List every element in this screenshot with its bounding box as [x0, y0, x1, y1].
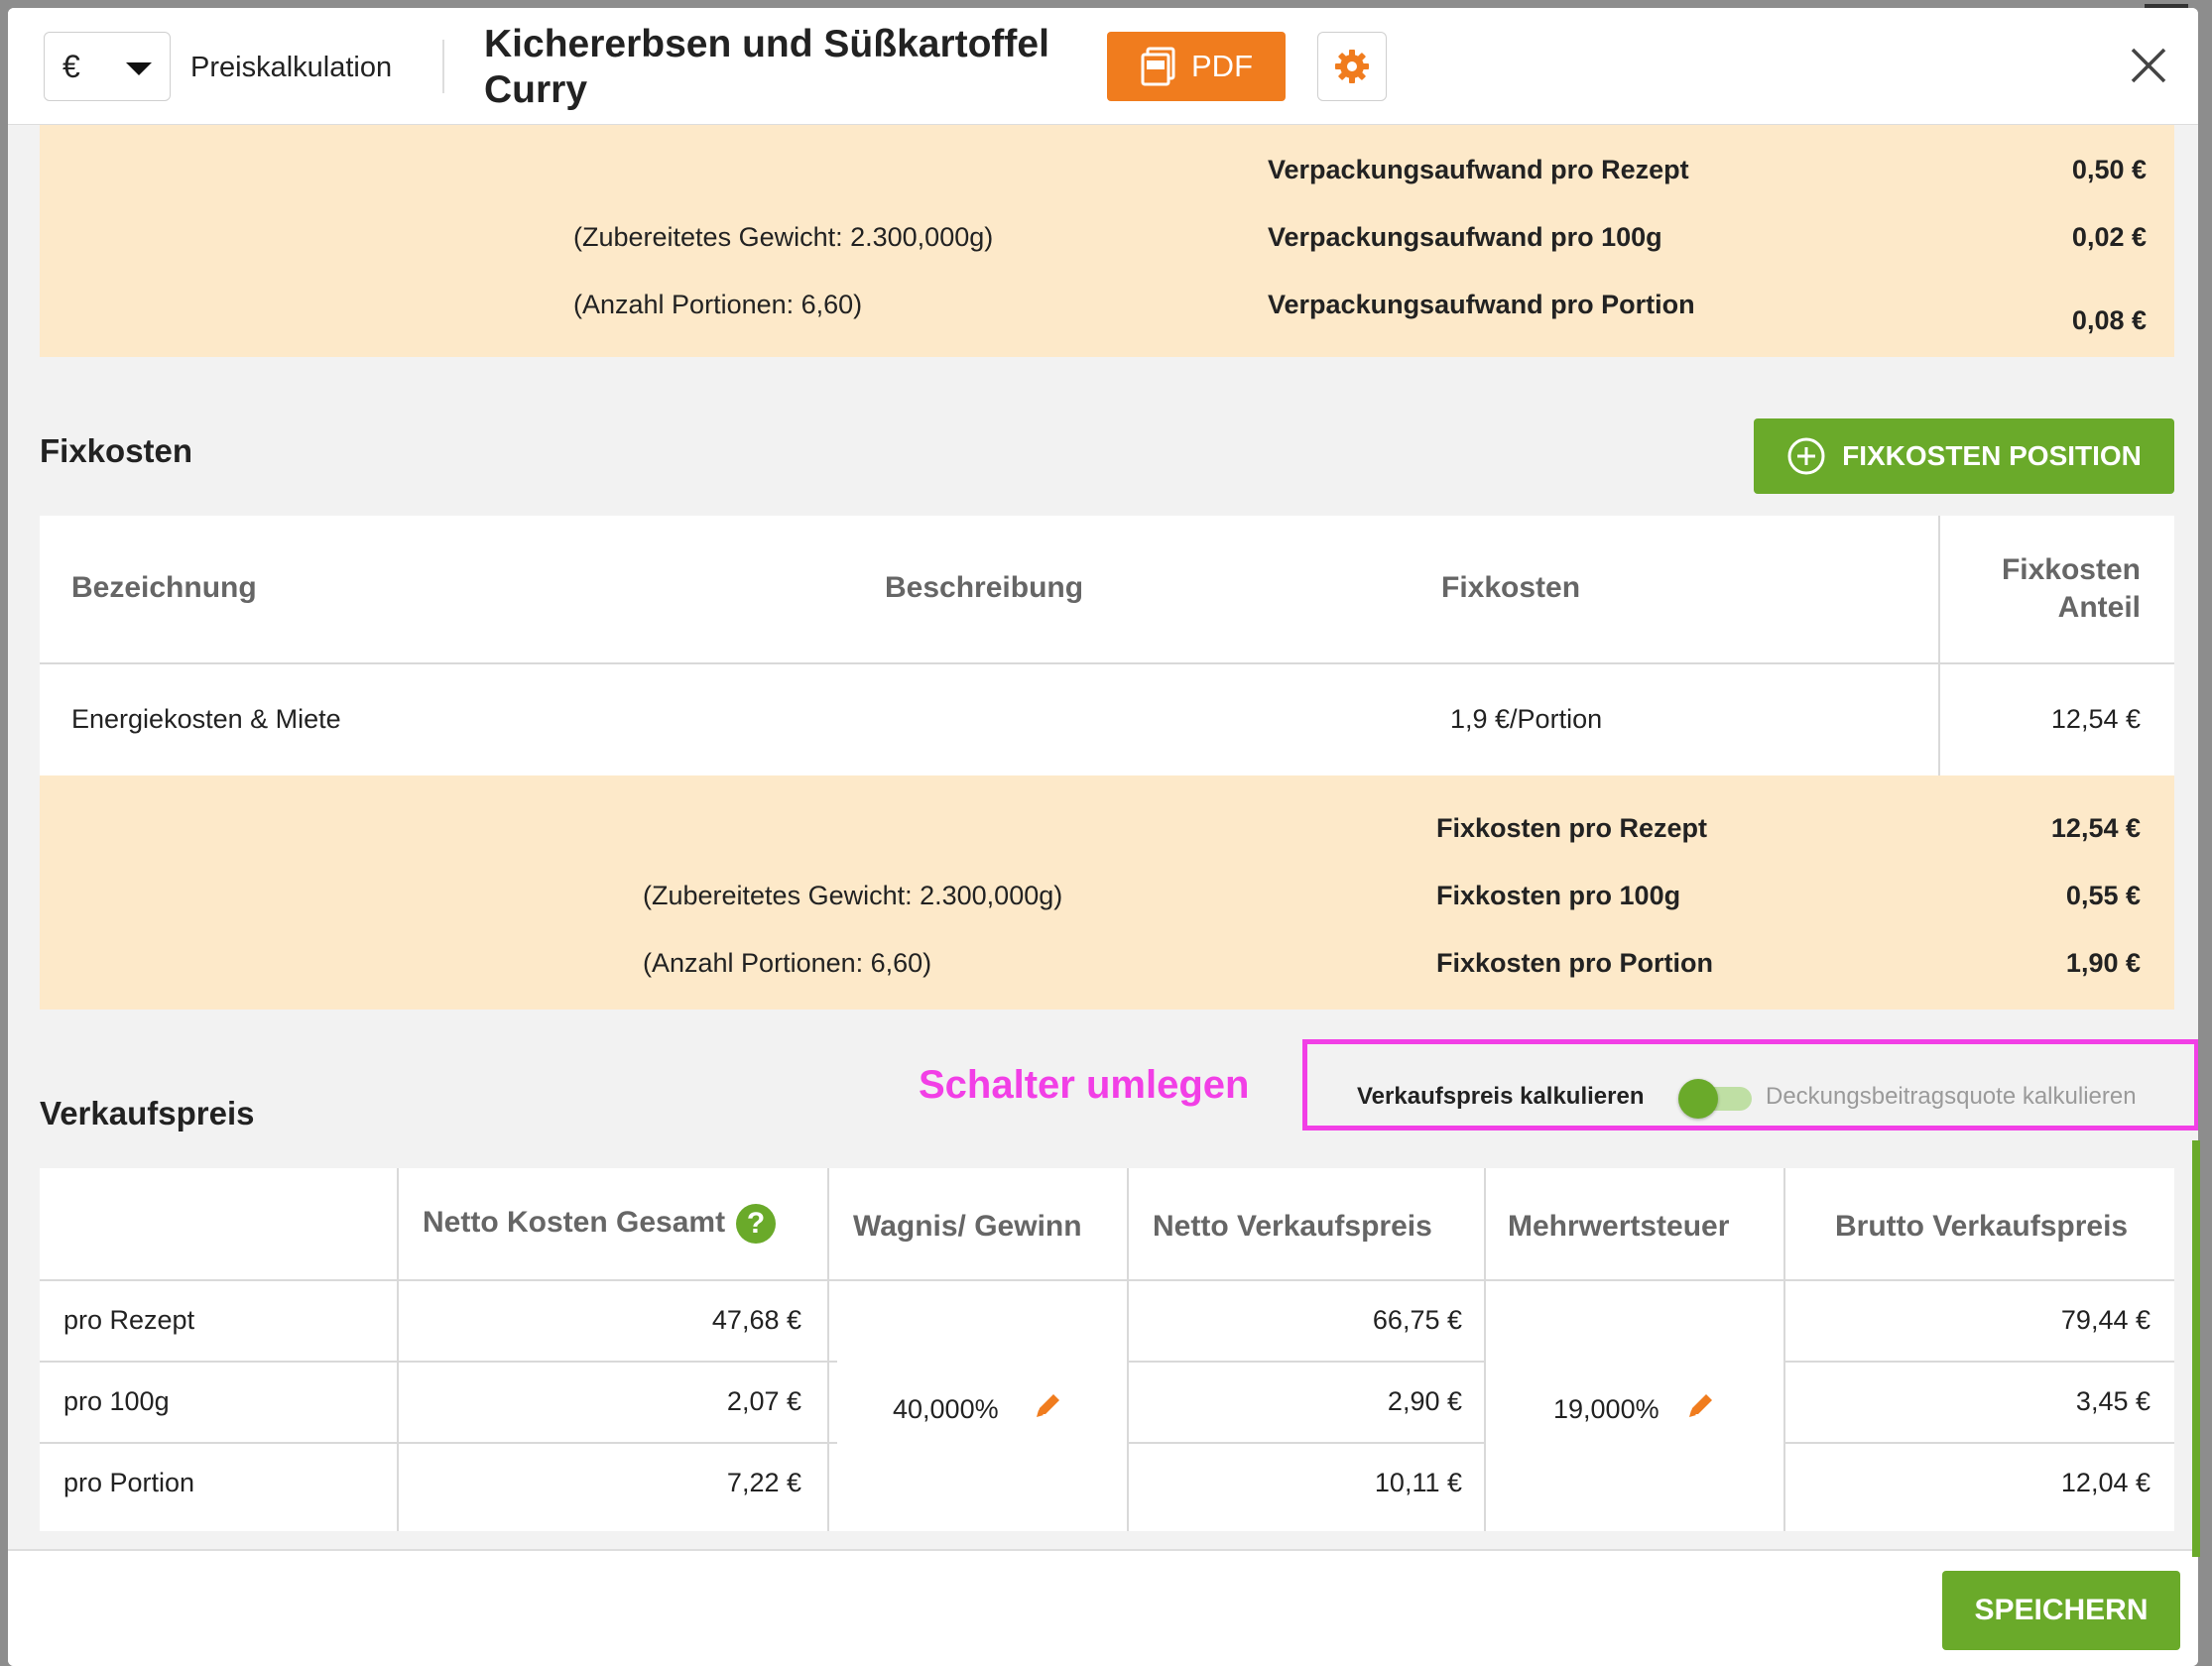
packaging-label-portion: Verpackungsaufwand pro Portion [1268, 290, 1695, 319]
fixkosten-header-divider [40, 662, 2174, 664]
packaging-label-100g: Verpackungsaufwand pro 100g [1268, 222, 1662, 252]
vk-netto-kosten-rezept: 47,68 € [711, 1305, 801, 1335]
packaging-weight-note: (Zubereitetes Gewicht: 2.300,000g) [573, 222, 994, 252]
packaging-value-rezept: 0,50 € [2071, 155, 2147, 184]
recipe-title: Kichererbsen und Süßkartoffel Curry [484, 23, 1049, 111]
vk-col-divider-3 [1127, 1168, 1129, 1531]
scrollbar[interactable] [2192, 1140, 2200, 1557]
vk-wagnis-value: 40,000% [893, 1394, 999, 1424]
annotation-text: Schalter umlegen [919, 1063, 1250, 1107]
vk-row-divider-2 [40, 1442, 837, 1444]
packaging-summary [40, 125, 2174, 357]
fixkosten-value-portion: 1,90 € [2065, 948, 2141, 978]
toggle-knob[interactable] [1678, 1079, 1718, 1119]
vk-col-netto-vk: Netto Verkaufspreis [1153, 1210, 1432, 1243]
fixkosten-label-portion: Fixkosten pro Portion [1436, 948, 1714, 978]
pdf-button[interactable]: PDF [1107, 32, 1286, 101]
vk-brutto-vk-100g: 3,45 € [2075, 1386, 2151, 1416]
settings-button[interactable] [1317, 32, 1387, 101]
vk-col-netto-kosten: Netto Kosten Gesamt [423, 1206, 726, 1239]
gear-icon [1335, 50, 1369, 83]
calc-label: Preiskalkulation [190, 52, 393, 83]
fixkosten-value-rezept: 12,54 € [2050, 813, 2141, 843]
vk-mwst-value: 19,000% [1553, 1394, 1659, 1424]
toggle-label-verkaufspreis[interactable]: Verkaufspreis kalkulieren [1357, 1083, 1645, 1111]
vk-row-divider-5 [1785, 1361, 2174, 1363]
fixkosten-label-100g: Fixkosten pro 100g [1436, 881, 1681, 910]
modal-header: € Preiskalkulation Kichererbsen und Süßk… [8, 8, 2198, 125]
fixkosten-table [40, 516, 2174, 775]
pdf-label: PDF [1191, 49, 1253, 83]
vk-col-divider-5 [1783, 1168, 1785, 1531]
vk-netto-vk-portion: 10,11 € [1374, 1468, 1462, 1497]
vk-netto-kosten-100g: 2,07 € [726, 1386, 801, 1416]
vk-col-divider-2 [827, 1168, 829, 1531]
caret-down-icon [126, 62, 152, 75]
close-icon[interactable] [2127, 44, 2170, 87]
fixkosten-col-beschreibung[interactable]: Beschreibung [885, 571, 1083, 605]
price-calculation-modal: € Preiskalkulation Kichererbsen und Süßk… [8, 8, 2198, 1666]
toggle-label-deckungsbeitrag[interactable]: Deckungsbeitragsquote kalkulieren [1766, 1083, 2137, 1111]
pdf-file-icon [1140, 47, 1177, 86]
help-icon[interactable]: ? [736, 1204, 776, 1244]
save-button[interactable]: SPEICHERN [1942, 1571, 2180, 1650]
plus-circle-icon [1787, 437, 1825, 475]
vk-row-divider-1 [40, 1361, 837, 1363]
vk-brutto-vk-portion: 12,04 € [2060, 1468, 2151, 1497]
edit-mwst-pencil-icon[interactable] [1684, 1388, 1718, 1422]
vk-netto-vk-rezept: 66,75 € [1372, 1305, 1462, 1335]
currency-symbol: € [62, 49, 80, 84]
vk-col-divider-1 [397, 1168, 399, 1531]
fixkosten-value-100g: 0,55 € [2065, 881, 2141, 910]
edit-wagnis-pencil-icon[interactable] [1032, 1388, 1065, 1422]
vk-netto-vk-100g: 2,90 € [1387, 1386, 1462, 1416]
fixkosten-row-cost: 1,9 €/Portion [1450, 704, 1603, 734]
packaging-portions-note: (Anzahl Portionen: 6,60) [573, 290, 863, 319]
vk-brutto-vk-rezept: 79,44 € [2060, 1305, 2151, 1335]
fixkosten-portions-note: (Anzahl Portionen: 6,60) [643, 948, 932, 978]
vk-row-label-portion: pro Portion [63, 1468, 195, 1497]
fixkosten-col-bezeichnung[interactable]: Bezeichnung [71, 571, 257, 605]
fixkosten-weight-note: (Zubereitetes Gewicht: 2.300,000g) [643, 881, 1063, 910]
fixkosten-row-share: 12,54 € [2050, 704, 2141, 734]
header-divider [442, 40, 444, 93]
vk-col-wagnis: Wagnis/ Gewinn [853, 1210, 1082, 1243]
fixkosten-col-divider [1938, 516, 1940, 775]
packaging-value-portion: 0,08 € [2071, 305, 2147, 335]
verkaufspreis-title: Verkaufspreis [40, 1095, 255, 1131]
vk-row-label-rezept: pro Rezept [63, 1305, 195, 1335]
fixkosten-row-name: Energiekosten & Miete [71, 704, 341, 734]
vk-header-divider [40, 1279, 2174, 1281]
add-fixkosten-label: FIXKOSTEN POSITION [1842, 440, 2142, 471]
vk-row-divider-3 [1127, 1361, 1486, 1363]
vk-col-mwst: Mehrwertsteuer [1508, 1210, 1730, 1243]
vk-row-divider-6 [1785, 1442, 2174, 1444]
vk-col-brutto-vk: Brutto Verkaufspreis [1835, 1210, 2129, 1243]
vk-netto-kosten-portion: 7,22 € [726, 1468, 801, 1497]
vk-col-divider-4 [1484, 1168, 1486, 1531]
vk-row-label-100g: pro 100g [63, 1386, 170, 1416]
fixkosten-summary [40, 775, 2174, 1010]
modal-footer: SPEICHERN [8, 1549, 2198, 1666]
add-fixkosten-button[interactable]: FIXKOSTEN POSITION [1754, 418, 2174, 494]
packaging-value-100g: 0,02 € [2071, 222, 2147, 252]
fixkosten-col-anteil[interactable]: Fixkosten Anteil [1962, 551, 2141, 627]
fixkosten-label-rezept: Fixkosten pro Rezept [1436, 813, 1708, 843]
fixkosten-col-fixkosten[interactable]: Fixkosten [1441, 571, 1580, 605]
vk-row-divider-4 [1127, 1442, 1486, 1444]
packaging-label-rezept: Verpackungsaufwand pro Rezept [1268, 155, 1689, 184]
fixkosten-title: Fixkosten [40, 432, 193, 469]
currency-select[interactable]: € [44, 32, 171, 101]
